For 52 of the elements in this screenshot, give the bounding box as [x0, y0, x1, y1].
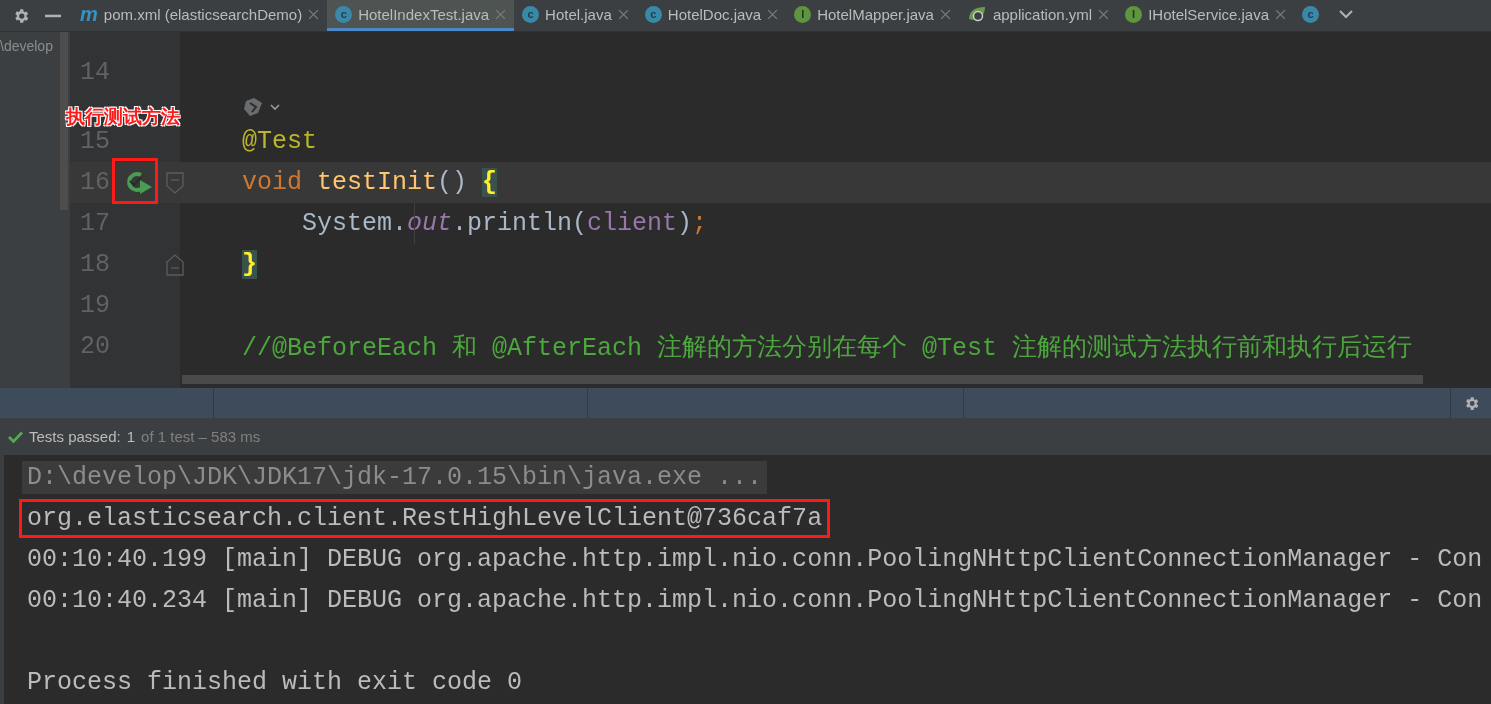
passed-count: 1 — [126, 428, 136, 445]
leaf-gear-icon — [966, 5, 987, 23]
status-detail: of 1 test – 583 ms — [141, 428, 261, 445]
code-line: @Test — [242, 127, 317, 156]
interface-icon: I — [1125, 5, 1143, 23]
horizontal-scrollbar[interactable] — [182, 375, 1423, 384]
tab-label: application.yml — [992, 5, 1093, 23]
code-line: //@BeforeEach 和 @AfterEach 注解的方法分别在每个 @Test 注解的测试方法执行前和执行后运行 — [242, 333, 1413, 363]
editor-tab[interactable]: c — [1294, 0, 1328, 31]
minimize-icon[interactable] — [44, 13, 61, 18]
fold-marker-icon[interactable] — [166, 253, 184, 276]
interface-icon: I — [794, 5, 812, 23]
annotation-label: 执行测试方法 — [66, 105, 180, 129]
code-line: void testInit() { — [242, 168, 498, 197]
tab-label: pom.xml (elasticsearchDemo) — [103, 5, 303, 23]
code-line: System.out.println(client); — [301, 209, 708, 238]
fold-marker-icon[interactable] — [166, 171, 184, 194]
close-icon[interactable] — [1275, 8, 1287, 20]
class-icon: c — [644, 5, 662, 23]
editor-tab[interactable]: application.yml — [958, 0, 1118, 31]
status-label: Tests passed: — [29, 428, 121, 445]
highlight-frame — [112, 158, 158, 204]
class-icon: c — [335, 5, 353, 23]
inlay-hint-icon[interactable] — [242, 95, 282, 119]
tab-label: IHotelService.java — [1148, 5, 1270, 23]
maven-icon: m — [80, 2, 98, 26]
close-icon[interactable] — [495, 8, 507, 20]
console-line: Process finished with exit code 0 — [26, 667, 524, 699]
editor-tab[interactable]: c HotelDoc.java — [636, 0, 787, 31]
tab-label: HotelDoc.java — [667, 5, 762, 23]
class-icon: c — [522, 5, 540, 23]
close-icon[interactable] — [767, 8, 779, 20]
editor-tab[interactable]: I IHotelService.java — [1117, 0, 1295, 31]
console-line: 00:10:40.199 [main] DEBUG org.apache.http.impl.nio.conn.PoolingNHttpClientConnectionManager - Con — [26, 544, 1484, 576]
check-icon — [8, 430, 23, 443]
chevron-down-icon — [1339, 9, 1354, 19]
tab-label: HotelMapper.java — [817, 5, 934, 23]
console-line: org.elasticsearch.client.RestHighLevelClient@736caf7a — [22, 502, 828, 535]
console-line: 00:10:40.234 [main] DEBUG org.apache.http.impl.nio.conn.PoolingNHttpClientConnectionManager - Con — [26, 585, 1484, 617]
editor-tab[interactable]: c Hotel.java — [514, 0, 637, 31]
editor-tab[interactable]: c HotelIndexTest.java — [327, 0, 515, 31]
run-test-icon[interactable] — [126, 169, 154, 196]
close-icon[interactable] — [617, 8, 629, 20]
project-path: \develop — [0, 37, 54, 54]
tab-label: Hotel.java — [545, 5, 612, 23]
editor-tab[interactable]: m pom.xml (elasticsearchDemo) — [72, 0, 328, 31]
close-icon[interactable] — [1098, 8, 1110, 20]
editor-tab[interactable]: I HotelMapper.java — [786, 0, 959, 31]
class-icon: c — [1302, 5, 1320, 23]
close-icon[interactable] — [939, 8, 951, 20]
tab-label: HotelIndexTest.java — [358, 5, 490, 23]
close-icon[interactable] — [308, 8, 320, 20]
